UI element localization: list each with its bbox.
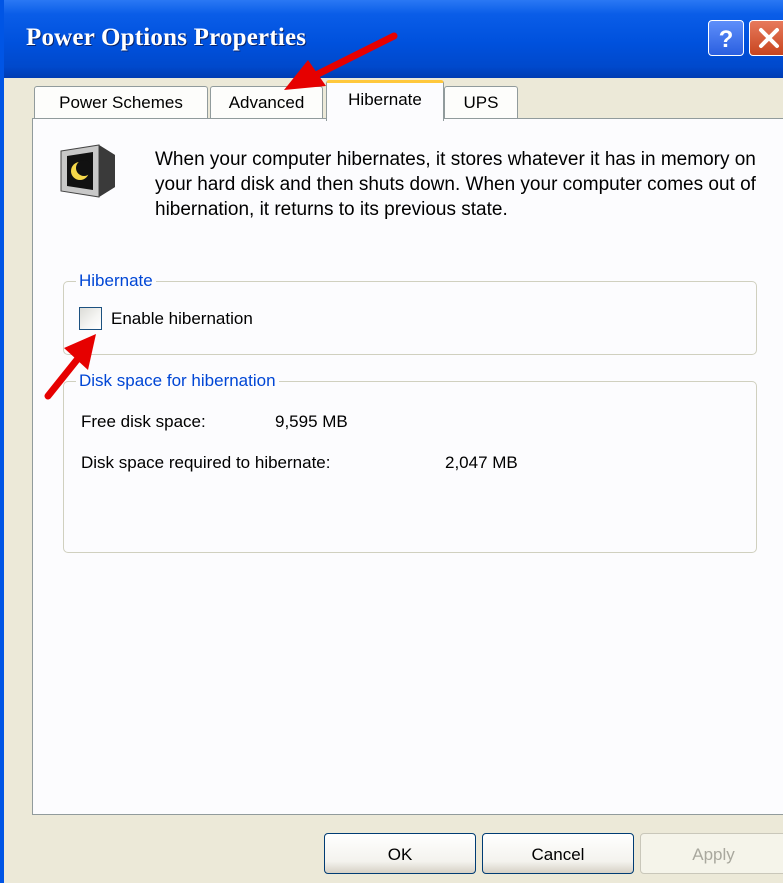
cancel-button[interactable]: Cancel bbox=[482, 833, 634, 874]
dialog-window: Power Options Properties ? Power Schemes… bbox=[0, 0, 783, 883]
window-title: Power Options Properties bbox=[26, 24, 307, 51]
monitor-moon-icon bbox=[60, 144, 115, 198]
title-bar[interactable]: Power Options Properties ? bbox=[4, 0, 783, 78]
svg-text:?: ? bbox=[719, 26, 734, 52]
required-disk-space-label: Disk space required to hibernate: bbox=[81, 453, 331, 472]
tab-strip: Power Schemes Advanced Hibernate UPS bbox=[4, 80, 783, 121]
tab-hibernate[interactable]: Hibernate bbox=[326, 80, 444, 121]
enable-hibernation-checkbox[interactable] bbox=[79, 307, 102, 330]
close-button[interactable] bbox=[749, 20, 783, 56]
close-icon bbox=[759, 28, 779, 48]
help-button[interactable]: ? bbox=[708, 20, 744, 56]
tab-power-schemes[interactable]: Power Schemes bbox=[34, 86, 208, 118]
free-disk-space-value: 9,595 MB bbox=[275, 412, 348, 431]
hibernate-group-title: Hibernate bbox=[76, 270, 156, 292]
tab-ups[interactable]: UPS bbox=[444, 86, 518, 118]
enable-hibernation-label[interactable]: Enable hibernation bbox=[111, 309, 253, 329]
tab-panel-hibernate: When your computer hibernates, it stores… bbox=[32, 118, 783, 815]
ok-button[interactable]: OK bbox=[324, 833, 476, 874]
tab-advanced[interactable]: Advanced bbox=[210, 86, 323, 118]
disk-space-group-title: Disk space for hibernation bbox=[76, 370, 279, 392]
required-disk-space-value: 2,047 MB bbox=[445, 453, 518, 472]
help-icon: ? bbox=[719, 26, 734, 52]
hibernate-description: When your computer hibernates, it stores… bbox=[155, 149, 756, 220]
free-disk-space-label: Free disk space: bbox=[81, 412, 206, 431]
apply-button[interactable]: Apply bbox=[640, 833, 783, 874]
